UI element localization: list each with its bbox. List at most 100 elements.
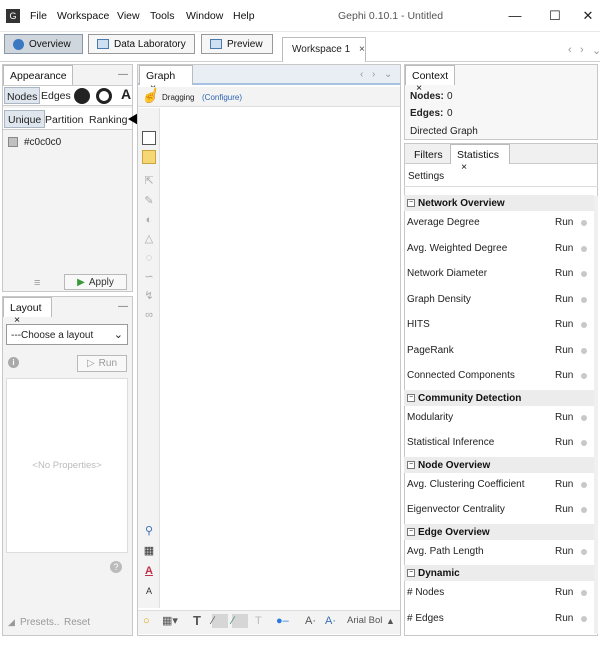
- label-text-icon[interactable]: A: [121, 86, 131, 102]
- font-lock-icon[interactable]: ▲: [386, 614, 395, 628]
- run-statistic-button[interactable]: Run: [555, 546, 573, 557]
- mode-ranking-tab[interactable]: Ranking: [89, 114, 128, 126]
- menu-view[interactable]: View: [117, 10, 140, 22]
- menu-file[interactable]: File: [30, 10, 47, 22]
- mode-unique-tab[interactable]: Unique: [4, 110, 46, 128]
- background-color-icon[interactable]: ▦▾: [162, 614, 178, 628]
- edge-label-icon[interactable]: T: [255, 614, 262, 628]
- section-header[interactable]: − Dynamic: [404, 565, 594, 581]
- run-statistic-button[interactable]: Run: [555, 613, 573, 624]
- presets-link[interactable]: Presets..: [20, 617, 59, 628]
- menu-workspace[interactable]: Workspace: [57, 10, 109, 22]
- nodes-tab[interactable]: Nodes: [4, 87, 41, 104]
- label-size-icon[interactable]: A: [142, 584, 156, 598]
- statistic-name: Average Degree: [407, 217, 480, 228]
- edges-tab[interactable]: Edges: [41, 90, 71, 102]
- minimize-panel-icon[interactable]: —: [118, 301, 128, 312]
- font-shrink-icon[interactable]: A·: [325, 614, 336, 628]
- tab-appearance[interactable]: Appearance ×: [3, 65, 73, 94]
- chevron-down-icon[interactable]: ⌄: [384, 69, 392, 80]
- run-statistic-button[interactable]: Run: [555, 370, 573, 381]
- rectangle-select-icon[interactable]: [142, 131, 156, 145]
- close-tab-icon[interactable]: ×: [359, 44, 365, 55]
- run-statistic-button[interactable]: Run: [555, 504, 573, 515]
- data-laboratory-button[interactable]: Data Laboratory: [88, 34, 195, 54]
- close-tab-icon[interactable]: ×: [461, 161, 467, 173]
- edge-pencil-icon[interactable]: ↯: [142, 289, 156, 303]
- pencil-icon[interactable]: ✎: [142, 194, 156, 208]
- collapse-icon[interactable]: −: [407, 199, 415, 207]
- statistics-scrollbar[interactable]: [594, 196, 598, 634]
- zoom-icon[interactable]: ⚲: [142, 524, 156, 538]
- size-brush-icon[interactable]: ◐: [142, 213, 156, 227]
- edge-color-mode-icon[interactable]: ∕: [232, 614, 248, 628]
- run-statistic-button[interactable]: Run: [555, 479, 573, 490]
- reset-link[interactable]: Reset: [64, 617, 90, 628]
- edges-toggle-icon[interactable]: ∕: [212, 614, 228, 628]
- maximize-icon[interactable]: ☐: [545, 6, 565, 26]
- show-labels-icon[interactable]: T: [193, 614, 201, 628]
- size-icon[interactable]: [96, 88, 112, 104]
- section-header[interactable]: − Node Overview: [404, 456, 594, 473]
- run-statistic-button[interactable]: Run: [555, 319, 573, 330]
- shortest-path-icon[interactable]: ∽: [142, 270, 156, 284]
- run-statistic-button[interactable]: Run: [555, 243, 573, 254]
- minimize-panel-icon[interactable]: —: [118, 69, 128, 80]
- screenshot-icon[interactable]: ▦: [142, 544, 156, 558]
- chain-icon[interactable]: ≡: [34, 277, 40, 289]
- apply-button[interactable]: ▶ Apply: [64, 274, 127, 290]
- tab-filters[interactable]: Filters: [408, 145, 449, 165]
- chevron-left-icon[interactable]: ‹: [568, 44, 572, 56]
- overview-button[interactable]: Overview: [4, 34, 83, 54]
- settings-link[interactable]: Settings: [408, 171, 444, 182]
- heat-map-icon[interactable]: ◌: [142, 251, 156, 265]
- section-header[interactable]: − Community Detection: [404, 389, 594, 406]
- menu-tools[interactable]: Tools: [150, 10, 175, 22]
- node-size-slider-icon[interactable]: ●–: [276, 614, 289, 628]
- status-dot-icon: [581, 373, 587, 379]
- preview-button[interactable]: Preview: [201, 34, 273, 54]
- chevron-right-icon[interactable]: ›: [372, 69, 375, 80]
- color-palette-icon[interactable]: [74, 88, 90, 104]
- chevron-down-icon[interactable]: ⌄: [592, 44, 600, 57]
- run-statistic-button[interactable]: Run: [555, 587, 573, 598]
- section-header[interactable]: − Edge Overview: [404, 523, 594, 540]
- run-statistic-button[interactable]: Run: [555, 217, 573, 228]
- run-layout-button[interactable]: ▷ Run: [77, 355, 127, 372]
- collapse-icon[interactable]: −: [407, 527, 415, 536]
- minimize-icon[interactable]: —: [505, 6, 525, 26]
- section-header[interactable]: − Network Overview: [404, 195, 594, 211]
- run-statistic-button[interactable]: Run: [555, 412, 573, 423]
- font-name[interactable]: Arial Bol: [347, 614, 382, 628]
- tab-statistics[interactable]: Statistics ×: [450, 144, 510, 173]
- configure-link[interactable]: (Configure): [202, 93, 242, 102]
- run-statistic-button[interactable]: Run: [555, 437, 573, 448]
- tab-graph[interactable]: Graph ×: [139, 65, 193, 94]
- layout-select[interactable]: ---Choose a layout ⌄: [6, 324, 128, 345]
- run-statistic-button[interactable]: Run: [555, 345, 573, 356]
- menu-window[interactable]: Window: [186, 10, 223, 22]
- edge-color-icon[interactable]: A: [142, 564, 156, 578]
- mode-partition-tab[interactable]: Partition: [45, 114, 84, 126]
- workspace-tab[interactable]: Workspace 1 ×: [282, 37, 366, 62]
- info-icon[interactable]: i: [8, 357, 19, 368]
- painter-icon[interactable]: △: [142, 232, 156, 246]
- tab-context[interactable]: Context ×: [405, 65, 455, 94]
- pointer-icon[interactable]: ⇱: [142, 174, 156, 188]
- chevron-right-icon[interactable]: ›: [580, 44, 584, 56]
- direct-select-icon[interactable]: [142, 150, 156, 164]
- color-swatch[interactable]: [8, 137, 18, 147]
- font-grow-icon[interactable]: A·: [305, 614, 316, 628]
- lightbulb-icon[interactable]: ○: [143, 614, 150, 628]
- node-pencil-icon[interactable]: ∞: [142, 308, 156, 322]
- collapse-icon[interactable]: −: [407, 569, 415, 577]
- help-icon[interactable]: ?: [110, 561, 122, 573]
- close-icon[interactable]: ✕: [578, 6, 598, 26]
- tab-layout[interactable]: Layout ×: [3, 297, 52, 326]
- collapse-icon[interactable]: −: [407, 393, 415, 402]
- menu-help[interactable]: Help: [233, 10, 255, 22]
- chevron-left-icon[interactable]: ‹: [360, 69, 363, 80]
- run-statistic-button[interactable]: Run: [555, 294, 573, 305]
- run-statistic-button[interactable]: Run: [555, 268, 573, 279]
- collapse-icon[interactable]: −: [407, 460, 415, 469]
